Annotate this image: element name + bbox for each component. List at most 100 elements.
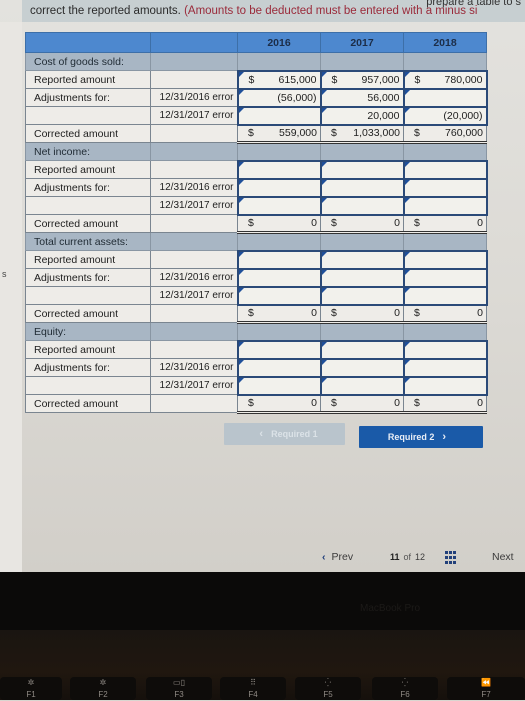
amount-input-2017[interactable] (319, 249, 405, 270)
row-label (25, 196, 151, 215)
row-sublabel: 12/31/2017 error (150, 376, 238, 395)
amount-cell: $615,000 (239, 72, 320, 88)
amount-input-2017[interactable] (319, 267, 405, 288)
amount-input-2018[interactable] (402, 267, 488, 288)
amount-input-2016[interactable]: $615,000 (236, 69, 322, 90)
amount-cell (405, 252, 486, 268)
amount-input-2016[interactable] (236, 159, 322, 180)
chevron-left-icon: ‹ (259, 428, 264, 440)
amount-cell (405, 162, 486, 178)
row-label: Reported amount (25, 160, 151, 179)
header-label-col (25, 32, 151, 53)
amount-input-2018[interactable] (402, 87, 488, 108)
adjustment-2017-error-row: 12/31/2017 error (25, 195, 488, 216)
header-sub-col (150, 32, 238, 53)
keyboard-light-down-icon: ⁛ (324, 678, 332, 687)
amount-input-2017[interactable] (319, 177, 405, 198)
reported-amount-row: Reported amount (25, 339, 488, 360)
amount-input-2017[interactable] (319, 195, 405, 216)
amount-input-2016[interactable] (236, 249, 322, 270)
amount-input-2018[interactable] (402, 177, 488, 198)
rewind-icon: ⏪ (481, 678, 491, 687)
amount-value: 56,000 (367, 91, 400, 104)
amount-input-2016[interactable] (236, 375, 322, 396)
row-sublabel (150, 214, 238, 233)
clipped-instruction-text: prepare a table to s (426, 0, 521, 8)
row-label: Corrected amount (25, 124, 151, 143)
amount-cell (405, 288, 486, 304)
clipped-letter: s (2, 269, 7, 279)
corrected-total-2017: $0 (320, 214, 404, 234)
amount-cell (322, 288, 403, 304)
corrected-amount-row: Corrected amount $0 $0 $0 (25, 214, 487, 234)
screen: s prepare a table to s correct the repor… (0, 0, 525, 572)
amount-input-2016[interactable] (236, 105, 322, 126)
amount-input-2016[interactable] (236, 195, 322, 216)
corrected-total-2018: $0 (403, 394, 487, 414)
next-page-link[interactable]: Next (492, 548, 514, 566)
row-label (25, 106, 151, 125)
amount-cell: $0 (404, 306, 486, 322)
amount-value: 0 (394, 397, 400, 410)
amount-input-2018[interactable]: (20,000) (402, 105, 488, 126)
section-spacer (150, 52, 238, 71)
row-sublabel: 12/31/2016 error (150, 88, 238, 107)
amount-input-2018[interactable] (402, 339, 488, 360)
row-label (25, 376, 151, 395)
corrected-total-2017: $0 (320, 304, 404, 324)
amount-cell (322, 360, 403, 376)
amount-input-2017[interactable]: 56,000 (319, 87, 405, 108)
section-spacer (237, 142, 321, 161)
amount-input-2018[interactable] (402, 357, 488, 378)
currency-symbol: $ (331, 397, 337, 410)
amount-value: 0 (394, 217, 400, 230)
amount-cell (239, 252, 320, 268)
amount-cell: 20,000 (322, 108, 403, 124)
row-label: Corrected amount (25, 214, 151, 233)
amount-cell: $1,033,000 (321, 126, 403, 142)
instruction-text: correct the reported amounts. (30, 5, 181, 17)
key-f3: ▭▯ F3 (146, 677, 212, 700)
corrected-total-2018: $0 (403, 214, 487, 234)
amount-input-2017[interactable]: $957,000 (319, 69, 405, 90)
page-of: of (403, 552, 412, 562)
amount-input-2018[interactable]: $780,000 (402, 69, 488, 90)
row-label: Adjustments for: (25, 268, 151, 287)
amount-cell: 56,000 (322, 90, 403, 106)
amount-input-2017[interactable] (319, 339, 405, 360)
required-2-button[interactable]: Required 2 › (359, 426, 483, 448)
adjustment-2017-error-row: 12/31/2017 error (25, 375, 488, 396)
amount-cell (405, 90, 486, 106)
section-header-row: Net income: (25, 142, 487, 161)
amount-input-2016[interactable] (236, 339, 322, 360)
amount-cell (405, 378, 486, 394)
amount-value: 0 (394, 307, 400, 320)
corrected-amount-row: Corrected amount $559,000 $1,033,000 $760,0… (25, 124, 487, 144)
currency-symbol: $ (414, 73, 421, 86)
amount-input-2016[interactable] (236, 267, 322, 288)
amount-input-2018[interactable] (402, 195, 488, 216)
key-f7: ⏪ F7 (447, 677, 525, 700)
amount-input-2016[interactable] (236, 285, 322, 306)
amount-input-2017[interactable] (319, 159, 405, 180)
amount-input-2017[interactable] (319, 357, 405, 378)
prev-page-link[interactable]: ‹ Prev (322, 548, 353, 566)
amount-input-2018[interactable] (402, 285, 488, 306)
required-1-button[interactable]: ‹ Required 1 (224, 423, 345, 445)
amount-value: 0 (477, 217, 483, 230)
amount-input-2017[interactable] (319, 375, 405, 396)
amount-input-2018[interactable] (402, 159, 488, 180)
required-2-label: Required 2 (387, 432, 435, 442)
grid-icon[interactable] (445, 551, 458, 564)
amount-input-2017[interactable] (319, 285, 405, 306)
amount-input-2016[interactable]: (56,000) (236, 87, 322, 108)
amount-input-2017[interactable]: 20,000 (319, 105, 405, 126)
amount-input-2018[interactable] (402, 375, 488, 396)
amount-input-2016[interactable] (236, 357, 322, 378)
currency-symbol: $ (331, 217, 337, 230)
section-title: Equity: (25, 322, 151, 341)
amount-input-2018[interactable] (402, 249, 488, 270)
amount-input-2016[interactable] (236, 177, 322, 198)
row-sublabel: 12/31/2016 error (150, 268, 238, 287)
section-spacer (403, 322, 487, 341)
